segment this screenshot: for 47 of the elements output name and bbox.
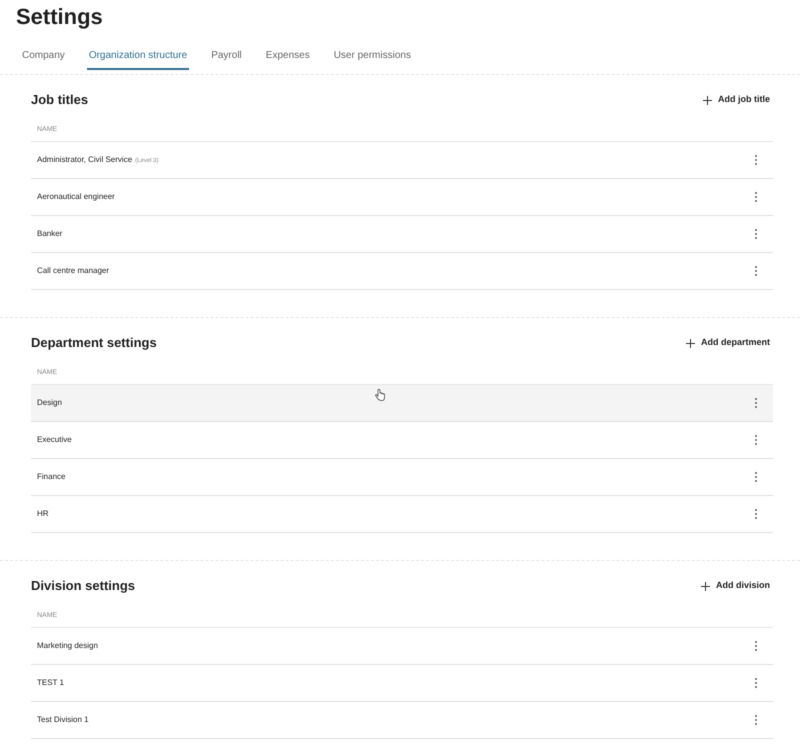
row-name: Marketing design (37, 640, 98, 652)
table-row[interactable]: HR (31, 496, 773, 533)
pointer-cursor-icon (375, 389, 385, 401)
tab[interactable]: Company (20, 42, 67, 70)
row-name: Aeronautical engineer (37, 191, 115, 203)
table-row[interactable]: Design (31, 385, 773, 422)
table-row[interactable]: TEST 1 (31, 665, 773, 702)
add-button[interactable]: Add job title (703, 93, 773, 107)
tab[interactable]: Payroll (209, 42, 244, 70)
more-options-icon[interactable] (753, 397, 759, 409)
more-options-icon[interactable] (753, 434, 759, 446)
plus-icon (686, 338, 695, 348)
plus-icon (701, 582, 710, 590)
table-row[interactable]: Banker (31, 216, 773, 253)
table-row[interactable]: Call centre manager (31, 253, 773, 290)
tab[interactable]: Organization structure (86, 42, 190, 70)
section-title: Department settings (31, 334, 157, 352)
row-name: Call centre manager (37, 265, 110, 277)
page-title: Settings (15, 3, 103, 31)
add-button[interactable]: Add division (701, 579, 773, 593)
more-options-icon[interactable] (753, 228, 759, 240)
more-options-icon[interactable] (753, 677, 759, 689)
add-button[interactable]: Add department (686, 336, 773, 350)
row-name: Test Division 1 (37, 714, 89, 726)
more-options-icon[interactable] (753, 640, 759, 652)
table-row[interactable]: Executive (31, 422, 773, 459)
more-options-icon[interactable] (753, 191, 759, 203)
more-options-icon[interactable] (753, 508, 759, 520)
more-options-icon[interactable] (753, 265, 759, 277)
section-title: Division settings (31, 577, 136, 596)
section-title: Job titles (31, 91, 88, 110)
more-options-icon[interactable] (753, 154, 759, 166)
row-name: Finance (37, 471, 66, 483)
row-name: Banker (37, 228, 62, 240)
table-row[interactable]: Aeronautical engineer (31, 179, 773, 216)
table-row[interactable]: Finance (31, 459, 773, 496)
more-options-icon[interactable] (753, 714, 759, 726)
table-row[interactable]: Test Division 1 (31, 702, 773, 739)
plus-icon (703, 96, 712, 104)
table-row[interactable]: Marketing design (31, 628, 773, 665)
row-name: TEST 1 (37, 677, 64, 689)
tab[interactable]: Expenses (264, 42, 312, 70)
row-name: Executive (37, 434, 72, 446)
more-options-icon[interactable] (753, 471, 759, 483)
row-name: Design (37, 397, 62, 409)
row-name: HR (37, 508, 49, 520)
tab[interactable]: User permissions (332, 42, 413, 70)
